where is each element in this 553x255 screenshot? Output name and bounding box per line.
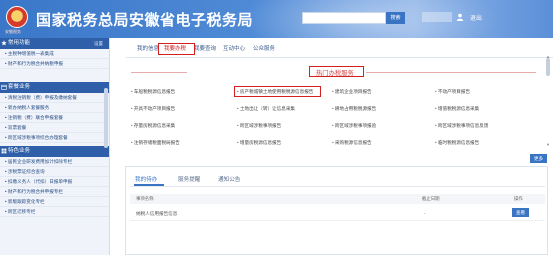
sidebar-section-common[interactable]: 常用功能 设置 (0, 38, 109, 49)
sidebar-section-special[interactable]: 特色业务 (0, 146, 109, 157)
sidebar-item[interactable]: • 新版跟踪变化专栏 (0, 197, 109, 207)
user-name-area[interactable] (422, 12, 452, 22)
task-label: 增量房税源信息报告 (239, 140, 282, 145)
task-label: 车船税税源信息报告 (133, 89, 176, 94)
task-label: 耕地占用税税源报告 (334, 106, 377, 111)
grid-icon (1, 148, 7, 154)
task-link[interactable]: • 临时税税源信息报告 (435, 140, 479, 146)
task-label: 开具不动产项目报告 (133, 106, 176, 111)
sidebar-item[interactable]: • 财产和行为税合并纳税申报 (0, 59, 109, 69)
scroll-down-arrow-icon[interactable]: ▼ (546, 142, 550, 147)
table-header (130, 194, 545, 204)
search-input[interactable] (302, 12, 386, 24)
sidebar-item[interactable]: • 注销税（费）联合申报套餐 (0, 113, 109, 123)
task-label: 存量房税源信息采集 (133, 123, 176, 128)
sidebar-item[interactable]: • 涉税票证综合查询 (0, 167, 109, 177)
row-deadline: - (424, 211, 426, 216)
tab-query[interactable]: 我要查询 (194, 43, 216, 55)
task-link[interactable]: • 车船税税源信息报告 (131, 89, 175, 95)
task-link[interactable]: • 增值税税源信息采集 (435, 106, 479, 112)
tab-service-reminder[interactable]: 服务提醒 (178, 175, 200, 183)
sidebar-scrollbar[interactable] (104, 88, 108, 148)
sidebar-section-label: 特色业务 (8, 148, 31, 154)
task-highlight-box (234, 86, 321, 97)
column-header-name: 事项名称 (136, 196, 154, 201)
task-label: 不动产项目报告 (437, 89, 471, 94)
tab-my-todo[interactable]: 我的待办 (135, 175, 157, 183)
task-link[interactable]: • 增量房税源信息报告 (237, 140, 281, 146)
search-button[interactable]: 搜索 (386, 12, 405, 24)
task-link[interactable]: • 跨区域涉税事项报验 (332, 123, 376, 129)
task-label: 跨区域涉税事项报告 (239, 123, 282, 128)
active-tab-highlight (158, 43, 195, 55)
sidebar-item[interactable]: • 居民企业研发费用加计扣除专栏 (0, 157, 109, 167)
task-label: 临时税税源信息报告 (437, 140, 480, 145)
table-row-divider (130, 220, 545, 221)
sidebar-settings-link[interactable]: 设置 (94, 38, 103, 49)
sidebar-item[interactable]: • 扣缴义务人（代扣）日报单申报 (0, 177, 109, 187)
task-link[interactable]: • 注销存储税面税局报告 (131, 140, 180, 146)
column-header-deadline: 截止日期 (422, 196, 440, 201)
user-icon[interactable] (456, 13, 464, 21)
task-label: 增值税税源信息采集 (437, 106, 480, 111)
task-link[interactable]: • 不动产项目报告 (435, 89, 470, 95)
task-link[interactable]: • 跨区域涉税事项信息反馈 (435, 123, 488, 129)
task-label: 跨区域涉税事项信息反馈 (437, 123, 489, 128)
sidebar-item[interactable]: • 新办纳税人套餐服务 (0, 103, 109, 113)
hot-title-divider-left (131, 72, 187, 73)
task-label: 土地出让（转）让信息采集 (239, 106, 296, 111)
task-label: 注销存储税面税局报告 (133, 140, 180, 145)
task-link[interactable]: • 采购税源信息报告 (332, 140, 372, 146)
task-link[interactable]: • 土地出让（转）让信息采集 (237, 106, 295, 112)
star-icon (1, 40, 7, 46)
hot-section-title: 热门办税服务 (316, 70, 354, 77)
hot-title-divider-right (366, 72, 536, 73)
logout-link[interactable]: 退出 (470, 13, 482, 22)
sidebar-item[interactable]: • 跨区域涉税事项综合办理套餐 (0, 133, 109, 143)
column-header-action: 操作 (514, 196, 523, 201)
task-label: 采购税源信息报告 (334, 140, 372, 145)
logo-caption: 安徽税务 (5, 29, 21, 34)
tab-notices[interactable]: 通知公告 (218, 175, 240, 183)
sidebar-item[interactable]: • 财产和行为税合并申报专栏 (0, 187, 109, 197)
sidebar-item[interactable]: • 跨区迁移专栏 (0, 207, 109, 217)
sidebar-section-package[interactable]: 套餐业务 (0, 82, 109, 93)
tax-emblem-logo (6, 6, 28, 28)
task-link[interactable]: • 开具不动产项目报告 (131, 106, 175, 112)
main-scrollbar[interactable] (546, 58, 550, 76)
task-link[interactable]: • 建筑企业项目报告 (332, 89, 372, 95)
header-bar: 安徽税务 国家税务总局安徽省电子税务局 搜索 退出 (0, 0, 553, 38)
row-item-name[interactable]: 纳税人信用报告信息 (136, 211, 177, 217)
tab-interaction[interactable]: 互动中心 (223, 43, 245, 55)
sidebar-item[interactable]: • 主税种增值税一表集成 (0, 49, 109, 59)
todo-panel: 我的待办 服务提醒 通知公告 事项名称 截止日期 操作 纳税人信用报告信息 - … (125, 166, 548, 255)
view-button[interactable]: 查看 (512, 208, 529, 217)
site-title: 国家税务总局安徽省电子税务局 (36, 11, 254, 29)
tabbar-divider (126, 57, 553, 58)
task-link[interactable]: • 跨区域涉税事项报告 (237, 123, 281, 129)
task-link[interactable]: • 耕地占用税税源报告 (332, 106, 376, 112)
sidebar: 常用功能 设置 • 主税种增值税一表集成 • 财产和行为税合并纳税申报 套餐业务… (0, 38, 110, 255)
tab-divider (130, 186, 545, 187)
sidebar-section-label: 常用功能 (8, 40, 31, 46)
sidebar-section-label: 套餐业务 (8, 84, 31, 90)
tab-my-info[interactable]: 我的信息 (137, 43, 159, 55)
task-label: 跨区域涉税事项报验 (334, 123, 377, 128)
package-icon (1, 84, 7, 90)
sidebar-item[interactable]: • 双票套餐 (0, 123, 109, 133)
task-link[interactable]: • 存量房税源信息采集 (131, 123, 175, 129)
more-button[interactable]: 更多 (530, 154, 547, 163)
task-label: 建筑企业项目报告 (334, 89, 372, 94)
sidebar-item[interactable]: • 清税注销税（费）申报及缴纳套餐 (0, 93, 109, 103)
tab-public-service[interactable]: 公众服务 (253, 43, 275, 55)
